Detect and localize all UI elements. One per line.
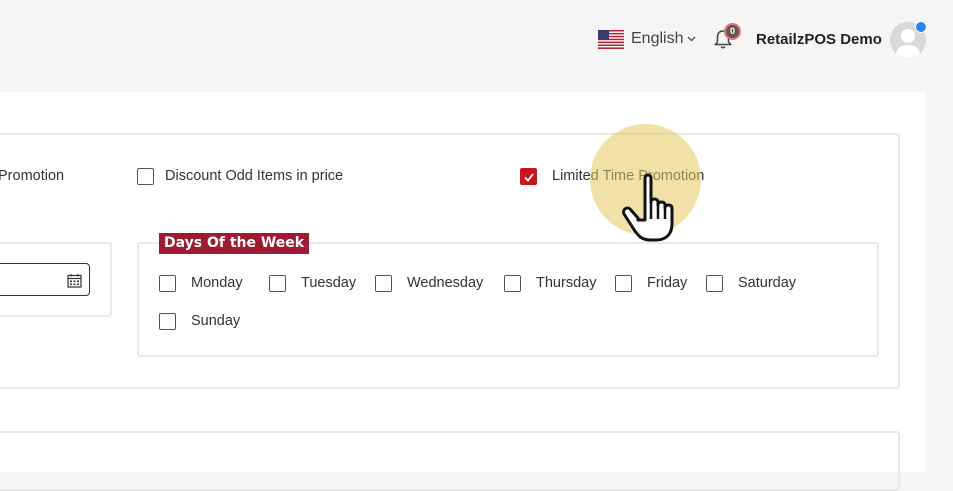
promotion-option-label: Promotion [0,168,65,184]
discount-odd-items-label[interactable]: Discount Odd Items in price [165,168,343,184]
next-panel [0,431,900,491]
tuesday-checkbox[interactable] [269,275,286,292]
saturday-label[interactable]: Saturday [738,275,796,291]
hand-pointer-icon [622,173,674,242]
notification-badge: 0 [724,23,741,40]
thursday-label[interactable]: Thursday [536,275,596,291]
wednesday-label[interactable]: Wednesday [407,275,483,291]
saturday-checkbox[interactable] [706,275,723,292]
days-of-week-legend: Days Of the Week [159,233,310,254]
monday-checkbox[interactable] [159,275,176,292]
sunday-checkbox[interactable] [159,313,176,330]
user-name[interactable]: RetailzPOS Demo [756,31,882,48]
language-selector[interactable]: English [598,28,696,50]
friday-checkbox[interactable] [615,275,632,292]
limited-time-promotion-checkbox[interactable] [520,168,537,185]
chevron-down-icon [687,36,696,42]
us-flag-icon [598,29,624,49]
days-of-week-fieldset [137,242,879,357]
calendar-icon[interactable] [67,273,82,288]
discount-odd-items-checkbox[interactable] [137,168,154,185]
top-bar: English 0 RetailzPOS Demo [0,0,953,80]
language-label: English [631,30,684,47]
checkmark-icon [523,172,534,182]
monday-label[interactable]: Monday [191,275,243,291]
thursday-checkbox[interactable] [504,275,521,292]
online-status-dot [915,21,927,33]
wednesday-checkbox[interactable] [375,275,392,292]
friday-label[interactable]: Friday [647,275,687,291]
tuesday-label[interactable]: Tuesday [301,275,356,291]
sunday-label[interactable]: Sunday [191,313,240,329]
